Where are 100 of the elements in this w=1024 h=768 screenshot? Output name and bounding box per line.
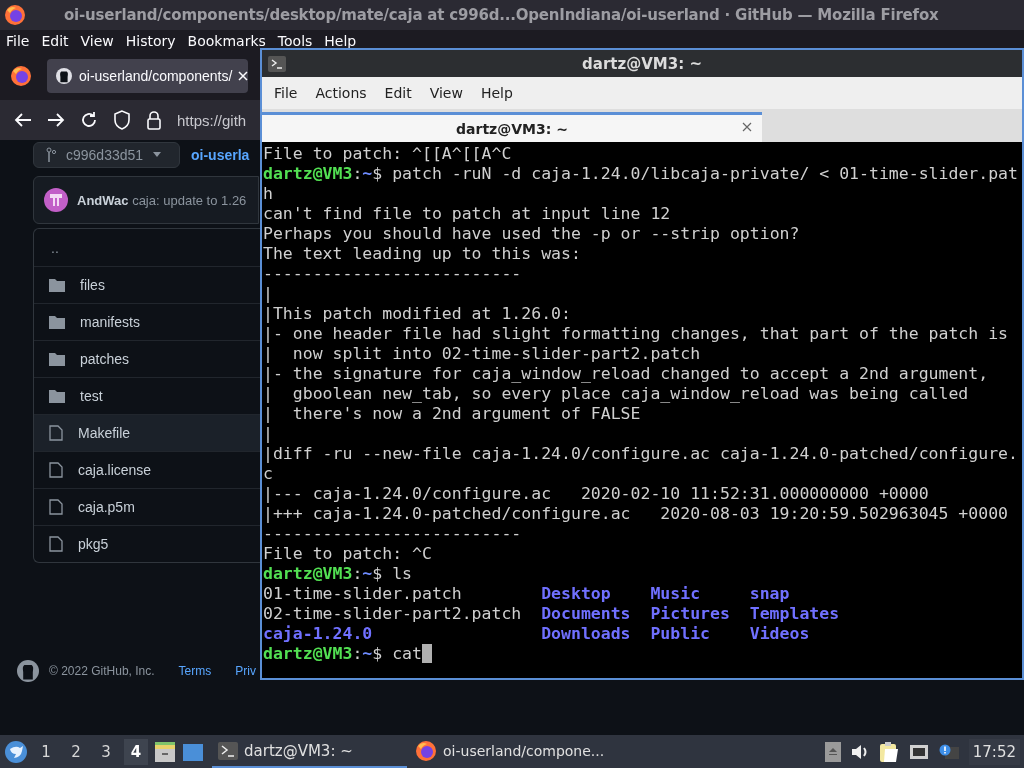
menu-item[interactable]: Edit [41, 33, 69, 49]
menu-item[interactable]: Actions [306, 85, 376, 101]
folder-icon [49, 352, 65, 366]
menu-item[interactable]: File [265, 85, 307, 101]
footer-link[interactable]: Priv [235, 664, 256, 678]
browser-menu-icon[interactable] [10, 65, 32, 87]
window-icon[interactable] [182, 741, 204, 762]
file-icon [49, 462, 63, 478]
speaker-icon[interactable] [850, 743, 869, 760]
folder-icon [49, 389, 65, 403]
file-entry: 01-time-slider.patch [263, 584, 463, 604]
shield-icon[interactable] [113, 110, 131, 130]
file-row[interactable]: Makefile [34, 414, 260, 451]
repo-link[interactable]: oi-userla [191, 147, 250, 163]
terminal-line: | [263, 424, 273, 444]
browser-tab[interactable]: oi-userland/components/ [47, 59, 249, 93]
caret-icon [153, 152, 162, 158]
back-icon[interactable] [14, 112, 32, 128]
menu-item[interactable]: Edit [375, 85, 421, 101]
file-name[interactable]: patches [80, 351, 130, 367]
file-entry: Videos [749, 624, 810, 644]
file-icon [49, 425, 63, 441]
file-name[interactable]: pkg5 [78, 536, 109, 552]
terminal-line: dartz@VM3:~$ patch -ruN -d caja-1.24.0/libcaja-private/ < 01-time-slider.pat [263, 164, 1018, 184]
avatar-icon [44, 188, 68, 212]
terminal-icon [268, 55, 286, 72]
file-entry: Pictures [650, 604, 731, 624]
folder-icon [49, 278, 65, 292]
reload-icon[interactable] [80, 111, 98, 129]
file-entry: snap [749, 584, 790, 604]
parent-link[interactable]: .. [49, 239, 59, 256]
file-entry: Documents [541, 604, 632, 624]
workspace-button[interactable]: 3 [94, 738, 118, 765]
address-field[interactable]: https://gith [177, 111, 247, 129]
file-entry: Templates [749, 604, 840, 624]
menu-item[interactable]: View [420, 85, 472, 101]
menu-item[interactable]: File [6, 33, 30, 49]
browser-logo-icon [415, 739, 437, 762]
file-cabinet-icon[interactable] [154, 740, 176, 763]
forward-icon[interactable] [47, 112, 65, 128]
file-entry: Downloads [541, 624, 632, 644]
taskbar-task[interactable]: dartz@VM3: ~ [212, 735, 407, 768]
logo-icon [55, 67, 73, 85]
eject-icon[interactable] [824, 741, 841, 762]
start-menu-icon[interactable] [4, 739, 28, 764]
file-name[interactable]: caja.license [78, 462, 152, 478]
file-entry: Public [650, 624, 711, 644]
file-name[interactable]: files [80, 277, 105, 293]
window-title: dartz@VM3: ~ [581, 54, 703, 73]
file-name[interactable]: caja.p5m [78, 499, 135, 515]
copyright-text: © 2022 GitHub, Inc. [49, 664, 155, 678]
terminal-line: dartz@VM3:~$ cat [263, 644, 422, 664]
terminal-line: Perhaps you should have used the -p or --strip option? [263, 224, 800, 244]
file-entry: Music [650, 584, 702, 604]
file-entry: 02-time-slider-part2.patch [263, 604, 523, 624]
file-name[interactable]: test [80, 388, 103, 404]
terminal-line: |- one header file had slight formatting changes, that part of the patch is [263, 324, 1009, 344]
notification-icon[interactable] [938, 743, 959, 760]
menu-item[interactable]: Tools [277, 33, 313, 49]
terminal-line: |--- caja-1.24.0/configure.ac 2020-02-10 11:52:31.000000000 +0000 [263, 484, 929, 504]
file-row[interactable]: .. [34, 229, 260, 266]
file-entry: caja-1.24.0 [263, 624, 374, 644]
clock[interactable]: 17:52 [968, 738, 1020, 765]
workspace-button[interactable]: 1 [34, 738, 58, 765]
file-name[interactable]: manifests [80, 314, 140, 330]
file-row[interactable]: manifests [34, 303, 260, 340]
clipboard-icon[interactable] [878, 740, 899, 763]
file-row[interactable]: files [34, 266, 260, 303]
menu-item[interactable]: Bookmarks [187, 33, 266, 49]
terminal-line: |+++ caja-1.24.0-patched/configure.ac 2020-08-03 19:20:59.502963045 +0000 [263, 504, 1009, 524]
menu-item[interactable]: History [125, 33, 176, 49]
lock-icon[interactable] [146, 110, 162, 130]
terminal-line: dartz@VM3:~$ ls [263, 564, 413, 584]
menu-item[interactable]: Help [324, 33, 357, 49]
terminal-line: -------------------------- [263, 524, 522, 544]
terminal-line: File to patch: ^[[A^[[A^C [263, 144, 512, 164]
branch-icon [46, 147, 56, 163]
terminal-line: | there's now a 2nd argument of FALSE [263, 404, 641, 424]
menu-item[interactable]: Help [471, 85, 522, 101]
file-row[interactable]: patches [34, 340, 260, 377]
terminal-tab[interactable]: dartz@VM3: ~ [262, 112, 762, 142]
terminal-line: |This patch modified at 1.26.0: [263, 304, 571, 324]
file-entry: Desktop [541, 584, 612, 604]
workspace-button[interactable]: 4 [124, 738, 148, 765]
logo-icon [16, 659, 40, 683]
taskbar-task[interactable]: oi-userland/compone... [409, 735, 609, 768]
footer-link[interactable]: Terms [178, 664, 212, 678]
file-name[interactable]: Makefile [78, 425, 131, 441]
workspace-button[interactable]: 2 [64, 738, 88, 765]
terminal-line: can't find file to patch at input line 12 [263, 204, 671, 224]
browser-logo-icon [4, 4, 26, 26]
branch-button[interactable]: c996d33d51 [33, 142, 180, 168]
commit-message: AndWac caja: update to 1.26 [77, 192, 247, 208]
menu-item[interactable]: View [80, 33, 114, 49]
terminal-line: | now split into 02-time-slider-part2.patch [263, 344, 701, 364]
file-icon [49, 536, 63, 552]
terminal-line: c [263, 464, 273, 484]
terminal-line: File to patch: ^C [263, 544, 432, 564]
terminal-line: h [263, 184, 273, 204]
folder-icon [49, 315, 65, 329]
